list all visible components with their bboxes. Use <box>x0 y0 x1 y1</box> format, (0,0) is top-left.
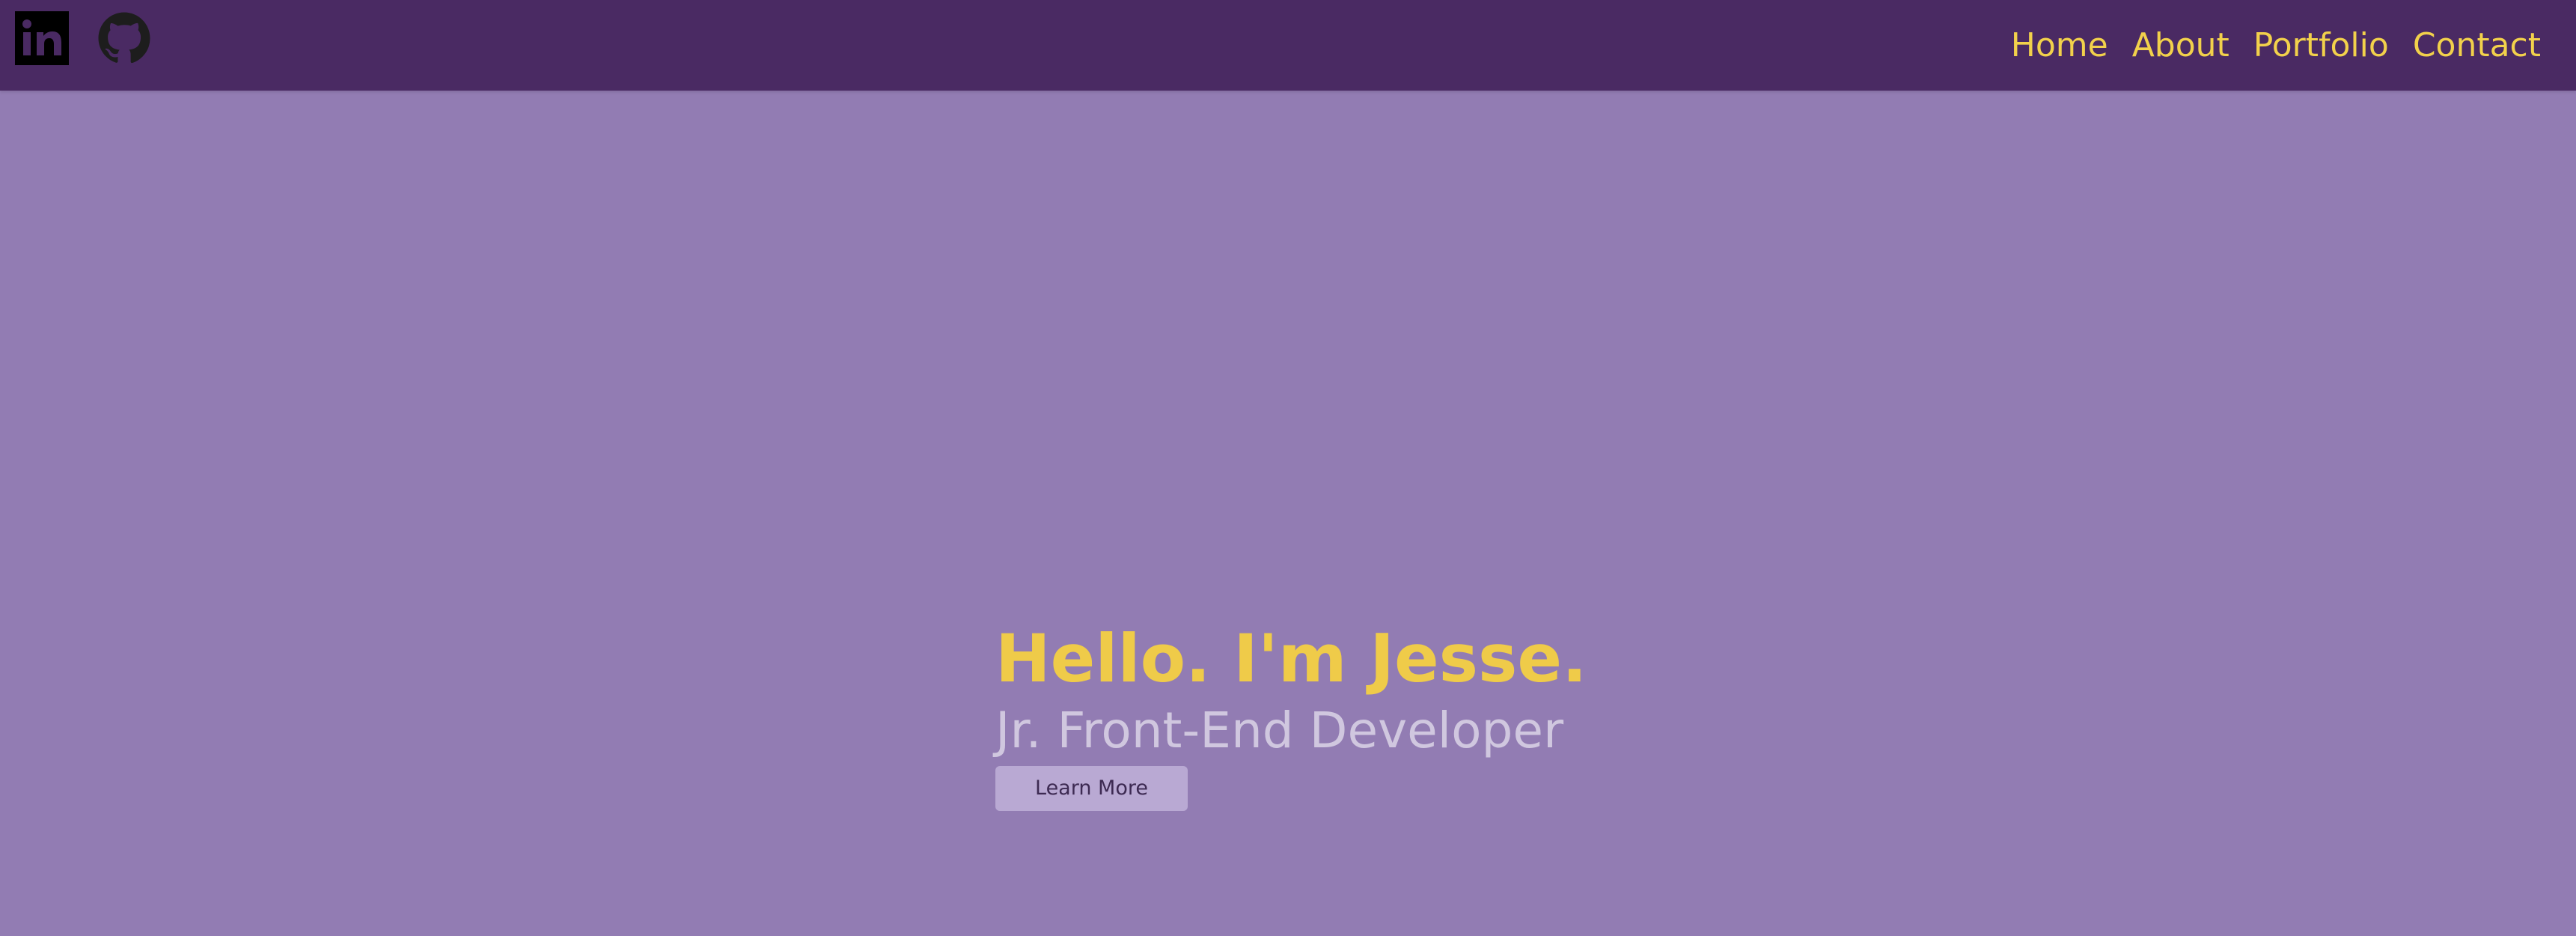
hero-subtitle: Jr. Front-End Developer <box>995 702 1564 760</box>
learn-more-button[interactable]: Learn More <box>995 765 1188 811</box>
hero-greeting: Hello. I'm Jesse. <box>995 620 1587 697</box>
nav-about-link[interactable]: About <box>2132 28 2229 62</box>
social-links <box>15 11 151 65</box>
linkedin-icon[interactable] <box>15 11 69 65</box>
nav-home-link[interactable]: Home <box>2011 28 2108 62</box>
github-link[interactable] <box>97 11 151 65</box>
top-navbar: Home About Portfolio Contact <box>0 0 2576 91</box>
hero-section: Hello. I'm Jesse. Jr. Front-End Develope… <box>995 623 1587 811</box>
nav-contact-link[interactable]: Contact <box>2413 28 2541 62</box>
nav-portfolio-link[interactable]: Portfolio <box>2253 28 2389 62</box>
github-icon[interactable] <box>97 11 151 65</box>
main-nav: Home About Portfolio Contact <box>2011 0 2541 91</box>
linkedin-link[interactable] <box>15 11 69 65</box>
